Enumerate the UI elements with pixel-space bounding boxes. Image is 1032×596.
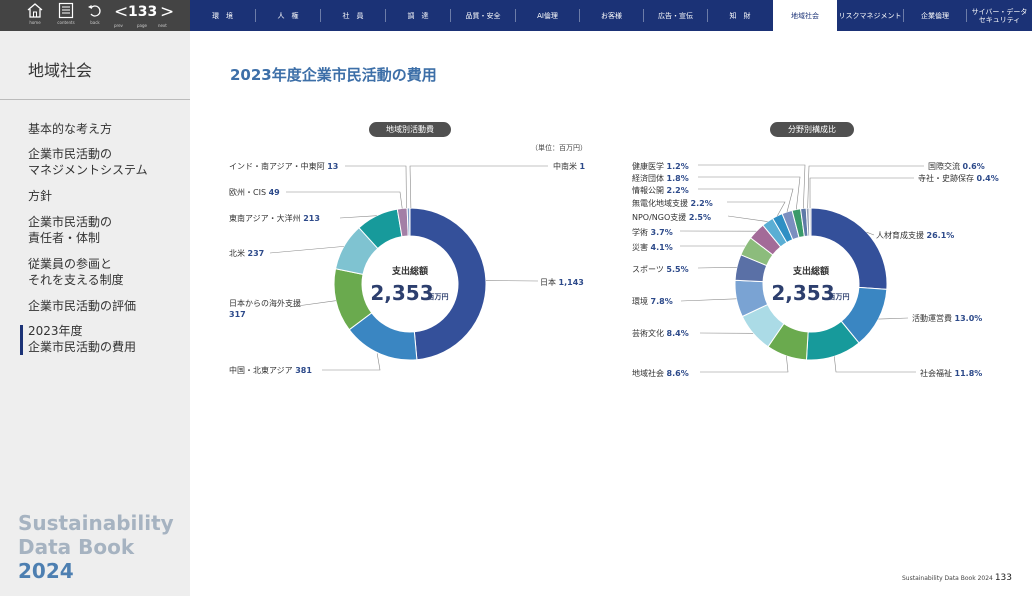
label-社会福祉: 社会福祉 11.8% (920, 368, 982, 378)
label-寺社・史跡保存: 寺社・史跡保存 0.4% (918, 173, 999, 183)
label-情報公開: 情報公開 2.2% (632, 185, 689, 195)
center-label: 支出総額 (792, 265, 829, 277)
label-中国・北東アジア: 中国・北東アジア 381 (229, 365, 312, 375)
leader-line-国際交流 (807, 165, 924, 209)
leader-line-NPO-NGO支援 (727, 215, 768, 222)
leader-line-寺社・史跡保存 (809, 177, 914, 209)
leader-line-社会福祉 (833, 356, 916, 373)
center-unit: 百万円 (829, 293, 850, 301)
label-芸術文化: 芸術文化 8.4% (632, 328, 689, 338)
leader-line-インド・南アジア・中東阿 (345, 165, 407, 209)
label-日本からの海外支援: 日本からの海外支援 317 (229, 298, 301, 319)
label-経済団体: 経済団体 1.8% (632, 173, 689, 183)
label-地域社会: 地域社会 8.6% (632, 368, 689, 378)
label-無電化地域支援: 無電化地域支援 2.2% (632, 198, 713, 208)
donut-slice-人材育成支援 (810, 207, 888, 290)
leader-line-スポーツ (697, 266, 737, 269)
label-北米: 北米 237 (229, 248, 264, 258)
label-日本: 日本 1,143 (540, 277, 584, 287)
label-中南米: 中南米 1 (553, 161, 586, 171)
leader-line-経済団体 (698, 176, 801, 210)
leader-line-無電化地域支援 (727, 201, 786, 217)
label-NPO-NGO支援: NPO/NGO支援 2.5% (632, 212, 711, 222)
leader-line-環境 (680, 298, 737, 302)
footer-page-number: 133 (994, 573, 1012, 583)
label-活動運営費: 活動運営費 13.0% (912, 313, 982, 323)
donut-slice-寺社・史跡保存 (808, 207, 812, 237)
label-欧州・CIS: 欧州・CIS 49 (229, 187, 280, 197)
footer-text: Sustainability Data Book 2024 (902, 575, 993, 582)
leader-line-活動運営費 (878, 317, 909, 320)
label-人材育成支援: 人材育成支援 26.1% (876, 230, 954, 240)
center-label: 支出総額 (391, 265, 428, 277)
center-total-value: 2,353 (771, 281, 834, 305)
label-国際交流: 国際交流 0.6% (928, 161, 985, 171)
leader-line-中国・北東アジア (322, 353, 381, 371)
charts-canvas: 支出総額2,353百万円日本 1,143中国・北東アジア 381日本からの海外支… (229, 161, 999, 378)
label-学術: 学術 3.7% (632, 227, 673, 237)
leader-line-中南米 (409, 165, 548, 209)
label-スポーツ: スポーツ 5.5% (632, 265, 689, 274)
leader-line-地域社会 (700, 355, 789, 373)
label-健康医学: 健康医学 1.2% (632, 161, 689, 171)
center-unit: 百万円 (428, 293, 449, 301)
label-災害: 災害 4.1% (632, 242, 673, 252)
label-インド・南アジア・中東阿: インド・南アジア・中東阿 13 (229, 161, 338, 171)
label-環境: 環境 7.8% (632, 296, 673, 306)
leader-line-東南アジア・大洋州 (339, 215, 377, 219)
leader-line-欧州・CIS (286, 191, 403, 209)
center-total-value: 2,353 (370, 281, 433, 305)
label-東南アジア・大洋州: 東南アジア・大洋州 213 (229, 213, 320, 223)
leader-line-北米 (269, 246, 344, 254)
page-footer: Sustainability Data Book 2024 133 (902, 573, 1012, 583)
